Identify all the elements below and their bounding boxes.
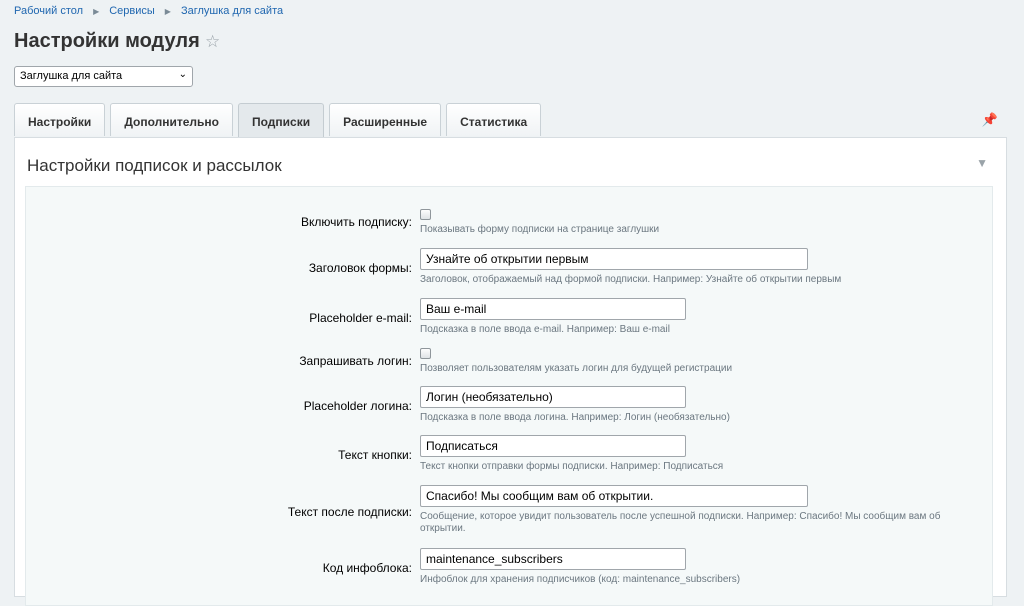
- email-placeholder-label: Placeholder e-mail:: [309, 311, 412, 325]
- iblock-code-input[interactable]: maintenance_subscribers: [420, 548, 686, 570]
- iblock-code-hint: Инфоблок для хранения подписчиков (код: …: [420, 574, 741, 585]
- login-placeholder-input[interactable]: Логин (необязательно): [420, 386, 686, 408]
- tab-statistics[interactable]: Статистика: [446, 103, 542, 136]
- form-title-hint: Заголовок, отображаемый над формой подпи…: [420, 274, 842, 285]
- breadcrumb-services[interactable]: Сервисы: [109, 5, 155, 17]
- module-select-value: Заглушка для сайта: [20, 70, 123, 82]
- star-icon[interactable]: ☆: [205, 32, 220, 52]
- after-text-label: Текст после подписки:: [287, 505, 412, 519]
- section-title: Настройки подписок и рассылок: [27, 156, 282, 175]
- breadcrumb-desktop[interactable]: Рабочий стол: [14, 5, 83, 17]
- breadcrumb-site-stub[interactable]: Заглушка для сайта: [181, 5, 283, 17]
- email-placeholder-input[interactable]: Ваш e-mail: [420, 298, 686, 320]
- enable-hint: Показывать форму подписки на странице за…: [420, 224, 660, 235]
- tab-additional[interactable]: Дополнительно: [110, 103, 233, 136]
- email-placeholder-hint: Подсказка в поле ввода e-mail. Например:…: [420, 324, 670, 335]
- ask-login-checkbox[interactable]: [420, 348, 431, 359]
- settings-panel: Настройки подписок и рассылок ▼ Включить…: [14, 137, 1007, 606]
- tab-subscriptions[interactable]: Подписки: [238, 103, 325, 137]
- after-text-input[interactable]: Спасибо! Мы сообщим вам об открытии.: [420, 485, 808, 507]
- login-placeholder-hint: Подсказка в поле ввода логина. Например:…: [420, 412, 730, 423]
- collapse-icon[interactable]: ▼: [976, 156, 988, 170]
- enable-label: Включить подписку:: [301, 215, 412, 229]
- page-title: Настройки модуля: [14, 30, 200, 52]
- chevron-right-icon: ▶: [164, 6, 171, 16]
- subscription-form: Включить подписку: Показывать форму подп…: [25, 186, 993, 606]
- ask-login-label: Запрашивать логин:: [299, 354, 412, 368]
- after-text-hint: Сообщение, которое увидит пользователь п…: [420, 511, 941, 534]
- tab-bar: Настройки Дополнительно Подписки Расшире…: [14, 103, 546, 137]
- tab-extended[interactable]: Расширенные: [329, 103, 442, 136]
- ask-login-hint: Позволяет пользователям указать логин дл…: [420, 363, 733, 374]
- tab-settings[interactable]: Настройки: [14, 103, 106, 136]
- iblock-code-label: Код инфоблока:: [322, 561, 412, 575]
- button-text-hint: Текст кнопки отправки формы подписки. На…: [420, 461, 724, 472]
- enable-checkbox[interactable]: [420, 209, 431, 220]
- chevron-down-icon: ⌄: [178, 69, 187, 80]
- breadcrumb: Рабочий стол ▶ Сервисы ▶ Заглушка для са…: [14, 5, 283, 17]
- login-placeholder-label: Placeholder логина:: [303, 399, 412, 413]
- form-title-input[interactable]: Узнайте об открытии первым: [420, 248, 808, 270]
- button-text-input[interactable]: Подписаться: [420, 435, 686, 457]
- module-select[interactable]: Заглушка для сайта ⌄: [14, 66, 193, 87]
- button-text-label: Текст кнопки:: [338, 448, 412, 462]
- form-title-label: Заголовок формы:: [308, 261, 412, 275]
- pin-icon[interactable]: 📌: [982, 112, 998, 128]
- chevron-right-icon: ▶: [93, 6, 100, 16]
